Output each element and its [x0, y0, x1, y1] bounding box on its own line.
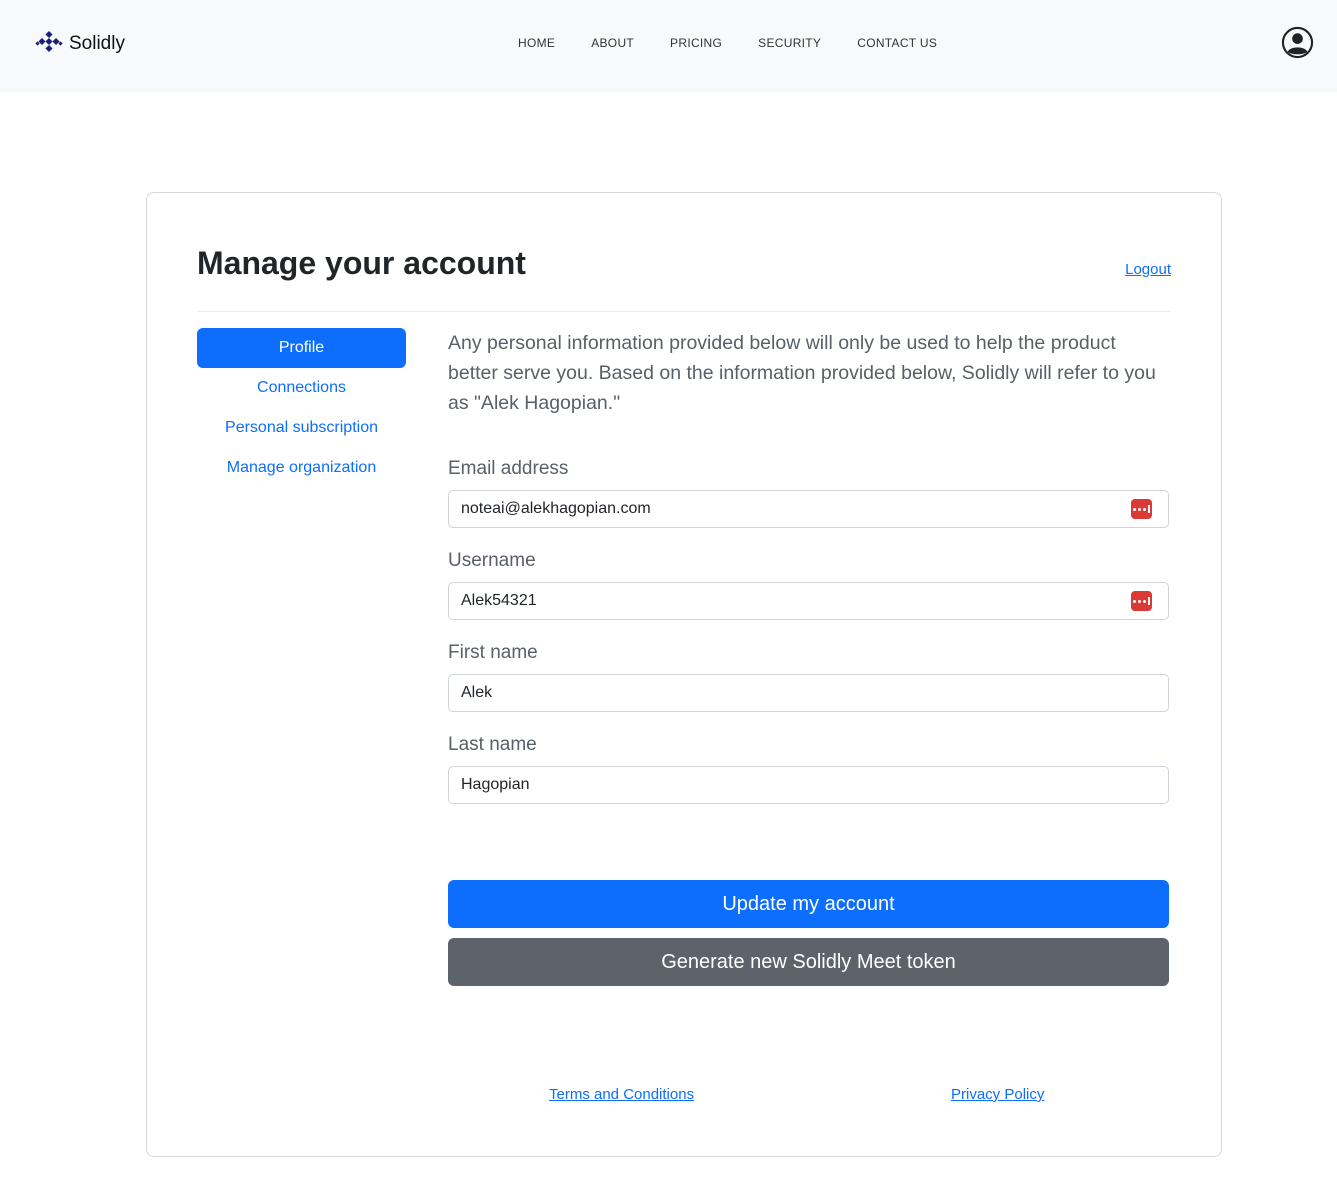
sidebar-item-profile[interactable]: Profile — [197, 328, 406, 368]
username-input-wrap — [448, 582, 1169, 620]
nav-pricing[interactable]: PRICING — [652, 34, 740, 52]
last-name-input[interactable] — [448, 766, 1169, 804]
password-manager-icon[interactable] — [1131, 591, 1152, 611]
solidly-logo-icon — [35, 30, 63, 53]
page-title: Manage your account — [197, 245, 526, 281]
nav-contact-us[interactable]: CONTACT US — [839, 34, 955, 52]
account-sidebar: Profile Connections Personal subscriptio… — [197, 328, 406, 488]
last-name-field-group: Last name — [448, 734, 1170, 804]
password-manager-icon[interactable] — [1131, 499, 1152, 519]
username-input[interactable] — [448, 582, 1169, 620]
brand-name: Solidly — [69, 33, 125, 54]
sidebar-item-personal-subscription[interactable]: Personal subscription — [197, 408, 406, 448]
terms-link[interactable]: Terms and Conditions — [549, 1086, 694, 1103]
last-name-label: Last name — [448, 734, 537, 755]
intro-text: Any personal information provided below … — [448, 332, 1156, 414]
nav-about[interactable]: ABOUT — [573, 34, 652, 52]
update-account-button[interactable]: Update my account — [448, 880, 1169, 928]
sidebar-item-connections[interactable]: Connections — [197, 368, 406, 408]
generate-token-button[interactable]: Generate new Solidly Meet token — [448, 938, 1169, 986]
top-navbar: Solidly HOME ABOUT PRICING SECURITY CONT… — [0, 0, 1337, 92]
username-field-group: Username — [448, 550, 1170, 620]
nav-home[interactable]: HOME — [500, 34, 573, 52]
profile-form: Any personal information provided below … — [448, 328, 1170, 986]
first-name-field-group: First name — [448, 642, 1170, 712]
main-nav: HOME ABOUT PRICING SECURITY CONTACT US — [500, 34, 955, 52]
privacy-link[interactable]: Privacy Policy — [951, 1086, 1044, 1103]
first-name-input-wrap — [448, 674, 1169, 712]
header-divider — [197, 311, 1171, 312]
first-name-label: First name — [448, 642, 538, 663]
email-field-group: Email address — [448, 458, 1170, 528]
sidebar-item-manage-organization[interactable]: Manage organization — [197, 448, 406, 488]
email-label: Email address — [448, 458, 569, 479]
logout-link[interactable]: Logout — [1125, 261, 1171, 278]
email-input[interactable] — [448, 490, 1169, 528]
nav-security[interactable]: SECURITY — [740, 34, 839, 52]
user-circle-icon[interactable] — [1281, 26, 1314, 59]
last-name-input-wrap — [448, 766, 1169, 804]
email-input-wrap — [448, 490, 1169, 528]
username-label: Username — [448, 550, 536, 571]
account-card: Manage your account Logout Profile Conne… — [146, 192, 1222, 1157]
first-name-input[interactable] — [448, 674, 1169, 712]
brand-link[interactable]: Solidly — [35, 30, 125, 58]
